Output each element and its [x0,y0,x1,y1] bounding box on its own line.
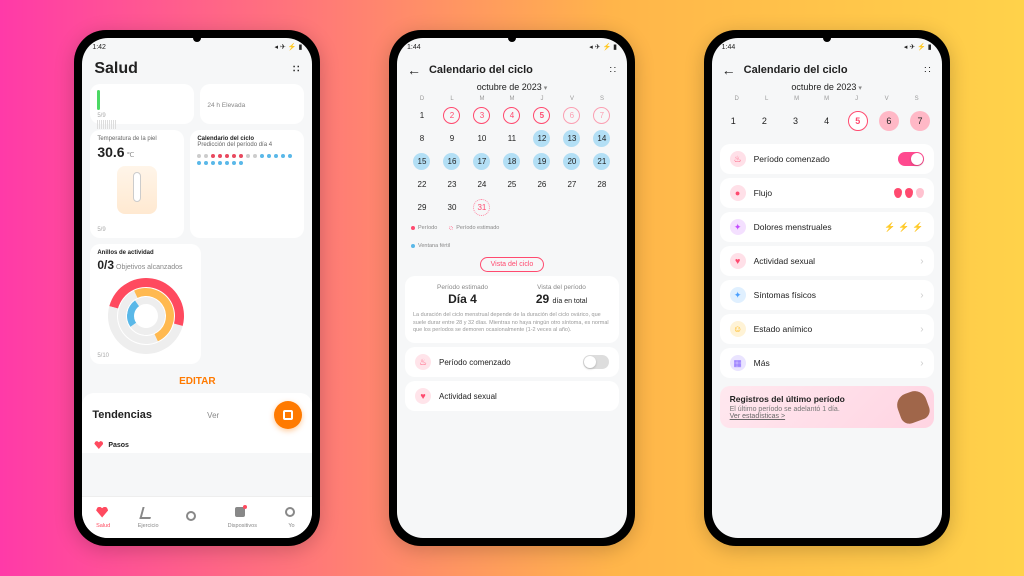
flow-level[interactable] [894,188,924,198]
week-row[interactable]: 1 2 3 4 5 6 7 [712,102,942,140]
phone-calendar-week: 1:44◂ ✈ ⚡ ▮ ← Calendario del ciclo ∷ oct… [704,30,950,546]
row-cramps[interactable]: ✦ Dolores menstruales ⚡⚡⚡ [720,212,934,242]
activity-rings-icon [108,278,184,354]
last-period-card[interactable]: Registros del último período El último p… [720,386,934,428]
month-selector[interactable]: octubre de 2023 [397,80,627,96]
row-sexual-activity[interactable]: ♥ Actividad sexual› [720,246,934,276]
row-flow[interactable]: ● Flujo [720,178,934,208]
heart-icon [94,441,103,449]
month-selector[interactable]: octubre de 2023 [712,80,942,96]
elevation-card[interactable]: 24 h Elevada [200,84,304,124]
sparkle-icon: ✦ [730,287,746,303]
nav-exercise[interactable]: Ejercicio [138,507,159,529]
calendar-legend: Período Período estimado Ventana fértil [397,221,627,253]
bolt-icon: ✦ [730,219,746,235]
chevron-right-icon: › [920,290,923,301]
toggle-off[interactable] [583,355,609,369]
flame-icon: ♨ [730,151,746,167]
back-icon[interactable]: ← [407,62,421,78]
row-more[interactable]: ▦ Más› [720,348,934,378]
cycle-info-card: Período estimadoDía 4 Vista del período2… [405,276,619,343]
phone-calendar-month: 1:44◂ ✈ ⚡ ▮ ← Calendario del ciclo ∷ oct… [389,30,635,546]
fab-button[interactable] [274,401,302,429]
grid-icon: ▦ [730,355,746,371]
period-started-row[interactable]: ♨ Período comenzado [405,347,619,377]
more-icon[interactable]: ∷ [293,64,300,75]
back-icon[interactable]: ← [722,62,736,78]
heart-icon: ♥ [415,388,431,404]
row-symptoms[interactable]: ✦ Síntomas físicos› [720,280,934,310]
more-icon[interactable]: ∷ [610,65,617,76]
chevron-right-icon: › [920,324,923,335]
nav-devices[interactable]: Dispositivos [228,507,257,529]
stress-card[interactable]: 5/9 [90,84,194,124]
chevron-right-icon: › [920,256,923,267]
cycle-dots [197,154,297,165]
cycle-view-button[interactable]: Vista del ciclo [480,257,545,272]
cycle-calendar-card[interactable]: Calendario del ciclo Predicción del perí… [190,130,304,238]
skin-temp-card[interactable]: Temperatura de la piel 30.6℃ 5/9 [90,130,184,238]
status-icons: ◂ ✈ ⚡ ▮ [275,43,303,51]
trends-section[interactable]: Tendencias Ver [82,393,312,437]
bottom-nav: Salud Ejercicio Dispositivos Yo [82,496,312,538]
phone-health: 1:42 ◂ ✈ ⚡ ▮ Salud ∷ 5/9 24 h Elevada Te… [74,30,320,546]
nav-health[interactable]: Salud [96,507,110,529]
nav-me[interactable]: Yo [285,507,299,529]
chevron-right-icon: › [920,358,923,369]
smiley-icon: ☺ [730,321,746,337]
flame-icon: ♨ [415,354,431,370]
thermometer-icon [117,166,157,214]
status-time: 1:42 [92,44,106,51]
stats-link[interactable]: Ver estadísticas > [730,413,924,420]
drop-icon: ● [730,185,746,201]
activity-rings-card[interactable]: Anillos de actividad 0/3Objetivos alcanz… [90,244,201,364]
nav-watch[interactable] [186,511,200,525]
row-period-started[interactable]: ♨ Período comenzado [720,144,934,174]
edit-button[interactable]: EDITAR [82,370,312,393]
row-mood[interactable]: ☺ Estado anímico› [720,314,934,344]
toggle-on[interactable] [898,152,924,166]
page-title: Salud [94,60,138,78]
more-icon[interactable]: ∷ [924,65,931,76]
pain-level[interactable]: ⚡⚡⚡ [884,222,924,233]
sexual-activity-row[interactable]: ♥ Actividad sexual [405,381,619,411]
calendar-grid[interactable]: 1 2 3 4 5 6 7 8 9 10 11 12 13 14 15 16 1… [397,102,627,221]
heart-icon: ♥ [730,253,746,269]
